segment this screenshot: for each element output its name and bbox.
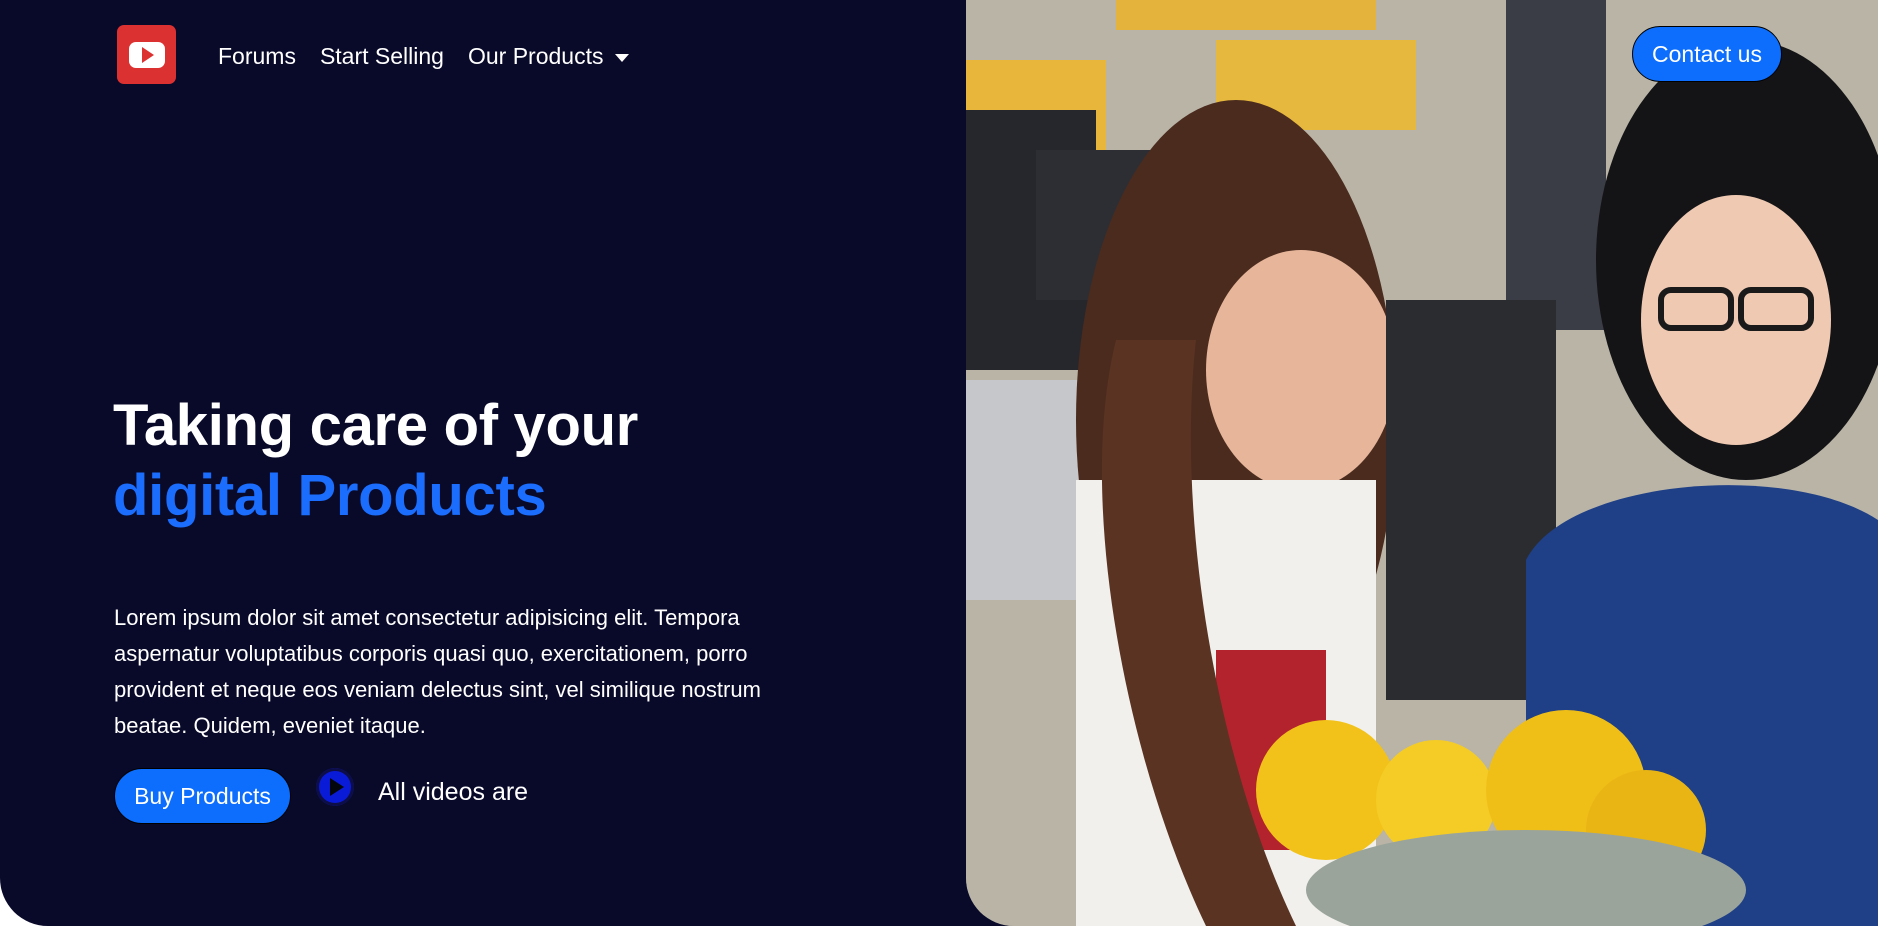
youtube-logo-icon[interactable] [117,25,176,84]
all-videos-link[interactable]: All videos are [378,776,528,808]
play-triangle-icon [142,46,154,63]
contact-us-button[interactable]: Contact us [1632,26,1782,82]
hero-description: Lorem ipsum dolor sit amet consectetur a… [114,605,761,738]
nav-our-products[interactable]: Our Products [468,40,630,72]
logo-inner [128,41,165,68]
nav-our-products-label: Our Products [467,43,604,69]
nav-start-selling[interactable]: Start Selling [320,40,444,72]
buy-products-button[interactable]: Buy Products [114,768,291,824]
hero-photo [966,0,1878,926]
main-nav: Forums Start Selling Our Products [218,40,630,72]
play-circle-icon[interactable] [316,768,354,806]
nav-forums[interactable]: Forums [218,40,296,72]
hero-title-line1: Taking care of your [113,393,639,458]
hero-title-line2: digital Products [113,463,547,528]
caret-down-icon [615,53,630,62]
hero-section: Forums Start Selling Our Products Contac… [0,0,1878,926]
play-icon [330,778,344,796]
